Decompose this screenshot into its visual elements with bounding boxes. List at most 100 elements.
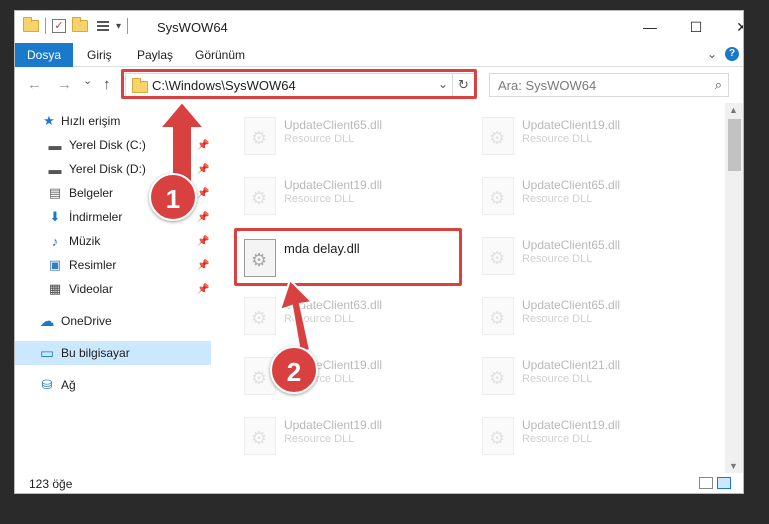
dll-file-icon xyxy=(244,117,276,155)
drive-icon: ▬ xyxy=(48,137,62,153)
file-type: Resource DLL xyxy=(522,433,593,445)
vertical-scrollbar[interactable]: ▲ ▼ xyxy=(725,103,743,473)
sidebar-item-label: Bu bilgisayar xyxy=(61,346,130,360)
file-name: UpdateClient65.dll xyxy=(284,118,383,132)
scroll-down-icon[interactable]: ▼ xyxy=(729,461,738,471)
file-type: Resource DLL xyxy=(522,193,593,205)
pin-icon[interactable]: 📌 xyxy=(197,284,209,295)
dll-file-icon xyxy=(482,357,514,395)
sidebar-item-label: Ağ xyxy=(61,378,76,392)
file-name: UpdateClient19.dll xyxy=(522,118,621,132)
search-input[interactable]: Ara: SysWOW64 ⌕ xyxy=(489,73,729,97)
ribbon-controls: ⌄ ? xyxy=(707,47,739,61)
folder-icon xyxy=(23,17,39,32)
file-item[interactable]: UpdateClient21.dll Resource DLL xyxy=(476,351,696,401)
file-item[interactable]: UpdateClient63.dll Resource DLL xyxy=(238,291,458,341)
sidebar-item-music[interactable]: ♪ Müzik 📌 xyxy=(15,229,211,253)
sidebar-item-label: Belgeler xyxy=(69,186,114,200)
expand-ribbon-icon[interactable]: ⌄ xyxy=(707,47,717,61)
scroll-thumb[interactable] xyxy=(728,119,741,171)
drive-icon: ▬ xyxy=(48,161,62,177)
sidebar-item-videos[interactable]: ▦ Videolar 📌 xyxy=(15,277,211,301)
quick-access-toolbar: ✓ ▾ xyxy=(23,17,129,34)
dll-file-icon xyxy=(482,237,514,275)
step-1-badge: 1 xyxy=(149,173,197,221)
dll-file-icon xyxy=(244,417,276,455)
tab-giris[interactable]: Giriş xyxy=(87,43,112,67)
step-2-badge: 2 xyxy=(270,346,318,394)
forward-arrow-icon[interactable]: → xyxy=(57,76,72,93)
help-icon[interactable]: ? xyxy=(725,47,739,61)
tiles-view-icon[interactable] xyxy=(717,477,731,489)
dll-file-icon xyxy=(482,117,514,155)
item-count: 123 öğe xyxy=(29,477,73,491)
download-icon: ⬇ xyxy=(49,209,61,224)
tab-gorunum[interactable]: Görünüm xyxy=(195,43,245,67)
sidebar-item-label: Hızlı erişim xyxy=(61,114,121,128)
recent-locations-icon[interactable]: ⌄ xyxy=(83,74,92,87)
file-item[interactable]: UpdateClient19.dll Resource DLL xyxy=(476,411,696,461)
file-type: Resource DLL xyxy=(284,133,355,145)
sidebar-item-label: Yerel Disk (D:) xyxy=(69,162,146,176)
up-arrow-icon[interactable]: ↑ xyxy=(103,76,111,93)
pin-icon[interactable]: 📌 xyxy=(197,236,209,247)
close-button[interactable]: ✕ xyxy=(719,11,743,43)
tab-paylas[interactable]: Paylaş xyxy=(137,43,173,67)
address-highlight-box xyxy=(121,69,477,99)
file-name: UpdateClient65.dll xyxy=(522,178,621,192)
search-placeholder: Ara: SysWOW64 xyxy=(498,78,597,93)
cloud-icon: ☁ xyxy=(39,313,55,330)
sidebar-item-label: Resimler xyxy=(69,258,117,272)
dll-file-icon xyxy=(244,297,276,335)
file-type: Resource DLL xyxy=(284,433,355,445)
file-item[interactable]: UpdateClient19.dll Resource DLL xyxy=(238,171,458,221)
file-item[interactable]: UpdateClient65.dll Resource DLL xyxy=(238,111,458,161)
file-type: Resource DLL xyxy=(522,133,593,145)
computer-icon: ▭ xyxy=(39,345,55,362)
rename-list-icon[interactable] xyxy=(94,19,110,33)
pin-icon[interactable]: 📌 xyxy=(197,212,209,223)
sidebar-item-quick-access[interactable]: ★ Hızlı erişim xyxy=(15,109,211,133)
sidebar-item-onedrive[interactable]: ☁ OneDrive xyxy=(15,309,211,333)
file-list: UpdateClient65.dll Resource DLL UpdateCl… xyxy=(212,103,725,473)
pin-icon[interactable]: 📌 xyxy=(197,140,209,151)
pictures-icon: ▣ xyxy=(48,257,62,272)
details-view-icon[interactable] xyxy=(699,477,713,489)
file-item[interactable]: UpdateClient65.dll Resource DLL xyxy=(476,171,696,221)
ribbon-tabs: Dosya Giriş Paylaş Görünüm ⌄ ? xyxy=(15,43,743,67)
properties-check-icon[interactable]: ✓ xyxy=(52,19,66,33)
pin-icon[interactable]: 📌 xyxy=(197,260,209,271)
tab-dosya[interactable]: Dosya xyxy=(15,43,74,67)
view-toggle xyxy=(699,477,731,489)
file-name: UpdateClient19.dll xyxy=(284,178,383,192)
file-highlight-box xyxy=(234,228,462,286)
file-name: UpdateClient21.dll xyxy=(522,358,621,372)
sidebar-item-this-pc[interactable]: ▭ Bu bilgisayar xyxy=(15,341,211,365)
file-name: UpdateClient19.dll xyxy=(284,418,383,432)
window-title: SysWOW64 xyxy=(157,20,228,35)
maximize-button[interactable]: ☐ xyxy=(673,11,719,43)
minimize-button[interactable]: — xyxy=(627,11,673,43)
file-item[interactable]: UpdateClient65.dll Resource DLL xyxy=(476,231,696,281)
sidebar-item-label: Videolar xyxy=(69,282,113,296)
file-item[interactable]: UpdateClient19.dll Resource DLL xyxy=(238,411,458,461)
file-type: Resource DLL xyxy=(284,193,355,205)
dll-file-icon xyxy=(482,177,514,215)
sidebar-item-pictures[interactable]: ▣ Resimler 📌 xyxy=(15,253,211,277)
customize-toolbar-dropdown-icon[interactable]: ▾ xyxy=(116,21,121,32)
scroll-up-icon[interactable]: ▲ xyxy=(729,105,738,115)
sidebar-item-local-disk-c[interactable]: ▬ Yerel Disk (C:) 📌 xyxy=(15,133,211,157)
toolbar-divider xyxy=(45,18,46,34)
network-icon: ⛁ xyxy=(41,377,53,392)
file-item[interactable]: UpdateClient65.dll Resource DLL xyxy=(476,291,696,341)
sidebar-item-network[interactable]: ⛁ Ağ xyxy=(15,373,211,397)
search-icon: ⌕ xyxy=(714,77,722,92)
pin-icon[interactable]: 📌 xyxy=(197,164,209,175)
new-folder-icon[interactable] xyxy=(72,17,88,32)
file-type: Resource DLL xyxy=(284,313,355,325)
file-type: Resource DLL xyxy=(522,373,593,385)
file-item[interactable]: UpdateClient19.dll Resource DLL xyxy=(476,111,696,161)
videos-icon: ▦ xyxy=(48,281,62,296)
back-arrow-icon[interactable]: ← xyxy=(27,76,42,93)
pin-icon[interactable]: 📌 xyxy=(197,188,209,199)
